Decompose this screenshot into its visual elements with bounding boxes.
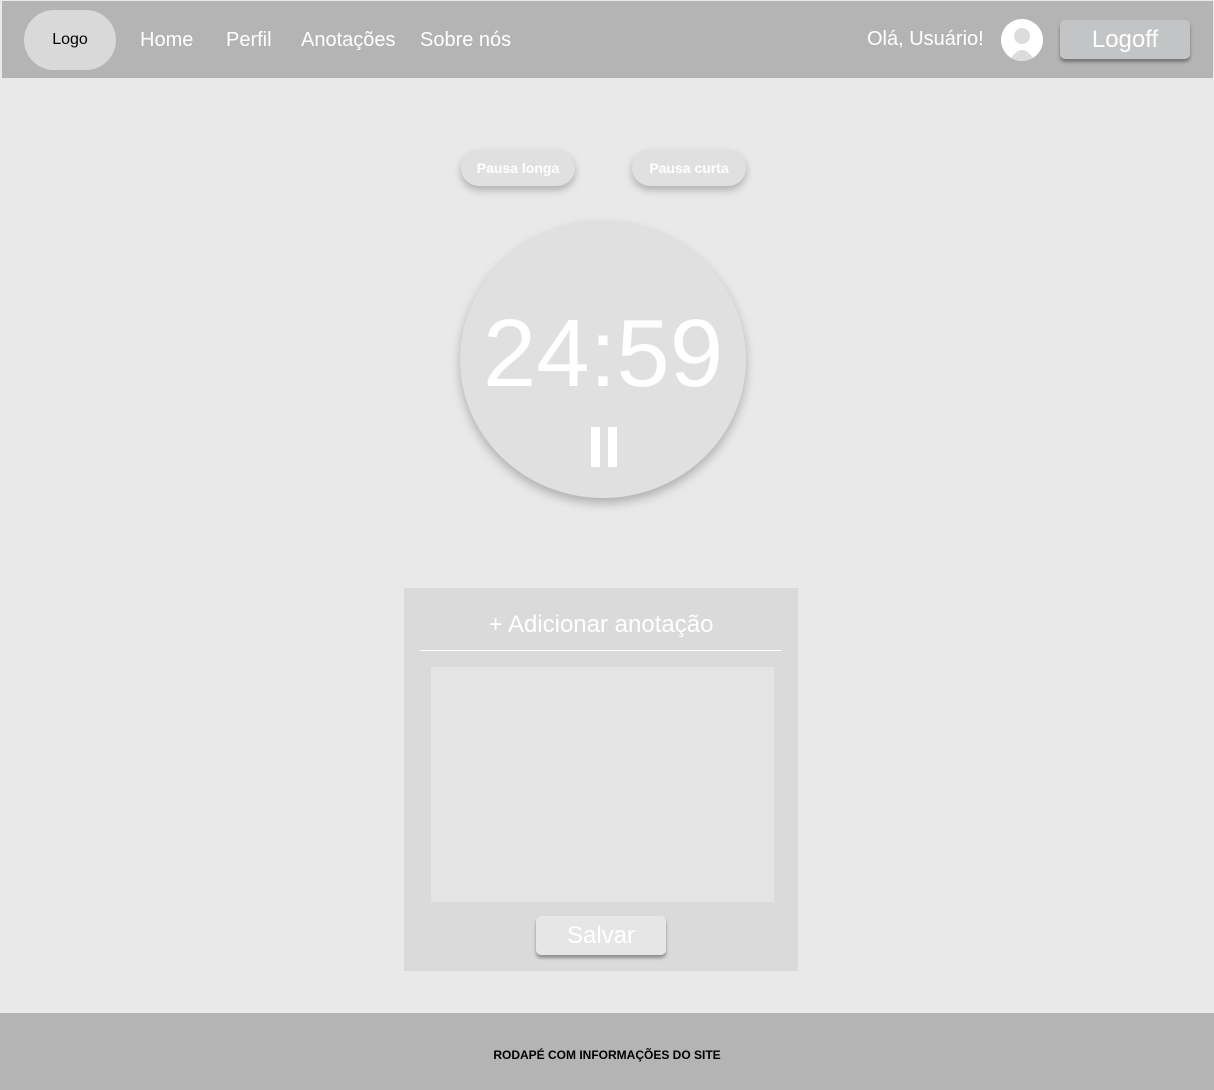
page: Logo Home Perfil Anotações Sobre nós Olá… <box>0 0 1214 1090</box>
notes-divider <box>420 650 781 651</box>
user-avatar-icon[interactable] <box>1001 19 1043 61</box>
long-break-button[interactable]: Pausa longa <box>461 150 575 186</box>
nav-item-home[interactable]: Home <box>140 29 193 52</box>
pause-icon[interactable] <box>591 427 617 467</box>
footer: RODAPÉ COM INFORMAÇÕES DO SITE <box>0 1013 1214 1090</box>
timer-display: 24:59 <box>482 300 724 407</box>
footer-text: RODAPÉ COM INFORMAÇÕES DO SITE <box>493 1048 721 1062</box>
top-navbar: Logo Home Perfil Anotações Sobre nós Olá… <box>2 1 1213 78</box>
pomodoro-timer: 24:59 <box>460 221 746 498</box>
user-greeting: Olá, Usuário! <box>867 28 984 50</box>
logoff-button[interactable]: Logoff <box>1060 20 1190 59</box>
note-textarea[interactable] <box>431 667 774 902</box>
nav-item-perfil[interactable]: Perfil <box>226 29 272 52</box>
short-break-button[interactable]: Pausa curta <box>632 150 746 186</box>
nav-item-anotacoes[interactable]: Anotações <box>301 29 396 52</box>
add-note-button[interactable]: + Adicionar anotação <box>404 611 798 639</box>
logo[interactable]: Logo <box>24 10 116 70</box>
pause-bar-left <box>591 427 600 467</box>
pause-bar-right <box>608 427 617 467</box>
nav-item-sobre-nos[interactable]: Sobre nós <box>420 29 511 52</box>
notes-panel: + Adicionar anotação Salvar <box>404 588 798 971</box>
save-button[interactable]: Salvar <box>536 916 666 955</box>
